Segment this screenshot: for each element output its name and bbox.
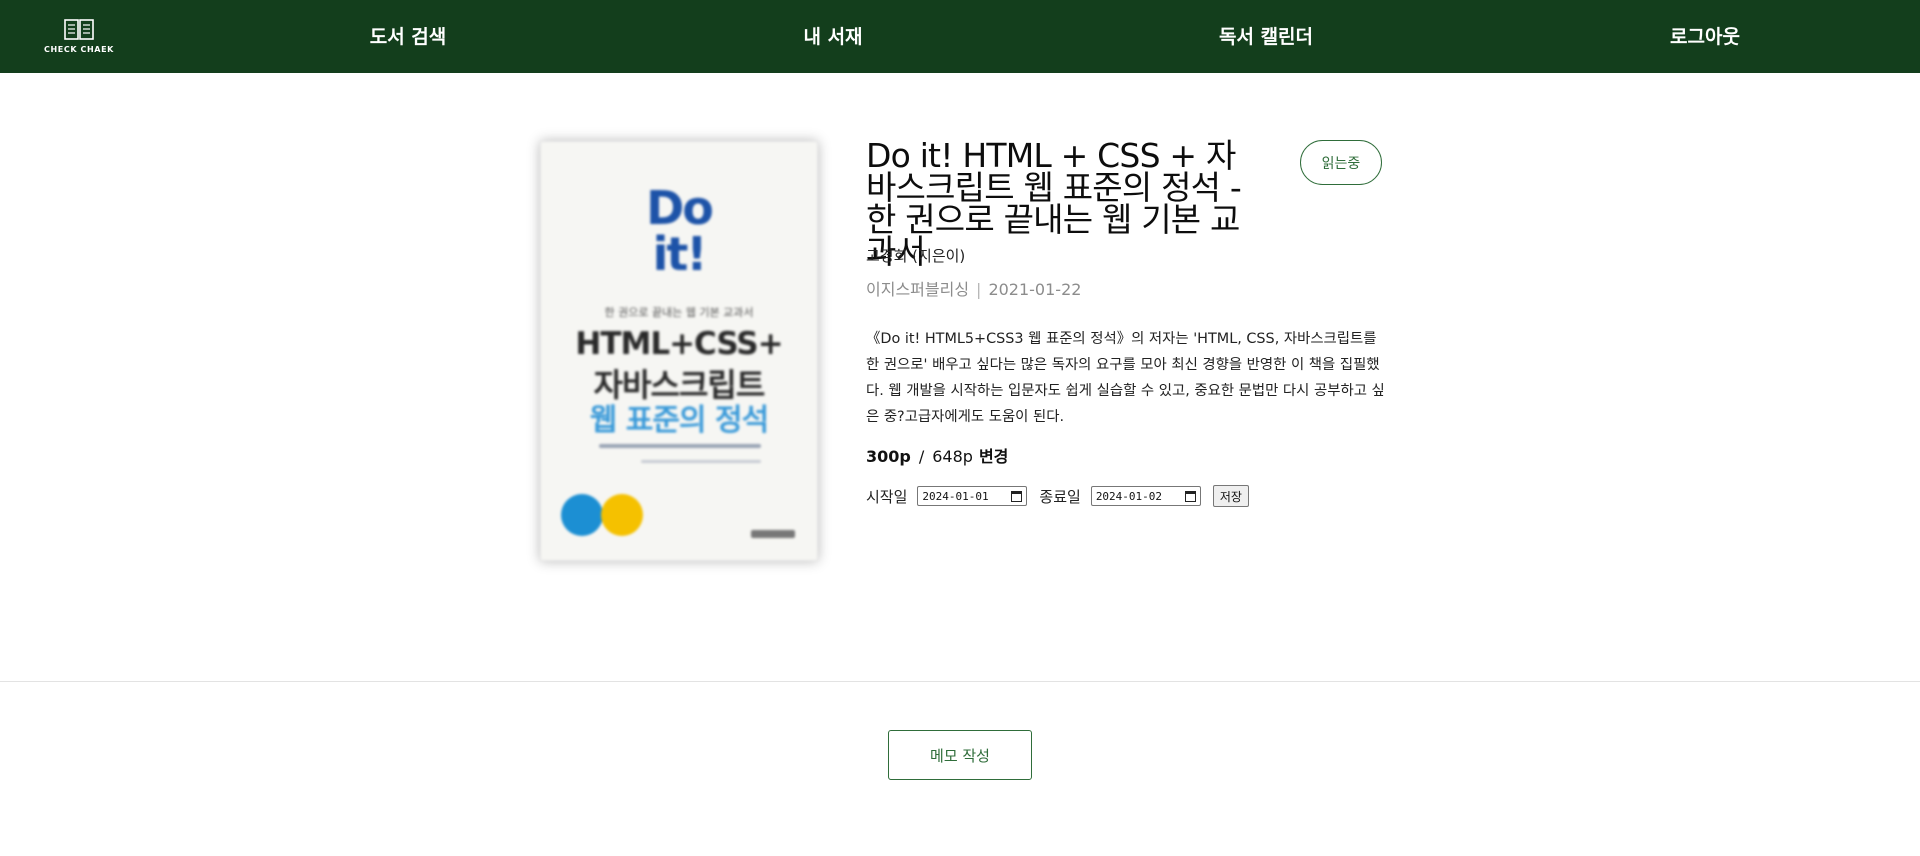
end-date-label: 종료일: [1039, 487, 1081, 506]
page-separator: /: [918, 447, 925, 466]
write-memo-button[interactable]: 메모 작성: [888, 730, 1032, 780]
cover-publisher-mark: [751, 530, 795, 538]
nav-my-library[interactable]: 내 서재: [803, 22, 862, 49]
start-date-label: 시작일: [866, 487, 908, 506]
pubinfo-separator: |: [976, 280, 982, 299]
reading-progress: 300p / 648p 변경: [866, 443, 1008, 467]
cover-doit-line2: it!: [652, 227, 708, 281]
logo-text: CHECK CHAEK: [44, 45, 114, 54]
logo[interactable]: CHECK CHAEK: [40, 18, 118, 58]
end-date-input[interactable]: 2024-01-02: [1090, 486, 1201, 506]
book-pub-date: 2021-01-22: [988, 280, 1082, 299]
calendar-icon[interactable]: [1011, 490, 1023, 502]
top-navigation-bar: CHECK CHAEK 도서 검색 내 서재 독서 캘린더 로그아웃: [0, 0, 1920, 73]
cover-doit-line1: Do: [646, 181, 714, 235]
cover-tagline-bar: [599, 444, 761, 448]
book-cover-image: Do it! 한 권으로 끝내는 웹 기본 교과서 HTML+CSS+ 자바스크…: [540, 141, 818, 561]
nav-book-search[interactable]: 도서 검색: [370, 22, 447, 49]
start-date-input[interactable]: 2024-01-01: [917, 486, 1028, 506]
total-pages: 648p: [932, 447, 973, 466]
save-dates-button[interactable]: 저장: [1212, 485, 1249, 507]
book-publisher: 이지스퍼블리싱: [866, 280, 970, 299]
reading-status-button[interactable]: 읽는중: [1300, 140, 1382, 185]
change-page-button[interactable]: 변경: [979, 447, 1008, 466]
cover-blue-badge: [561, 494, 603, 536]
current-page: 300p: [866, 447, 911, 466]
open-book-icon: [64, 19, 94, 40]
reading-dates: 시작일 2024-01-01 종료일 2024-01-02 저장: [866, 485, 1249, 507]
cover-subtitle: 한 권으로 끝내는 웹 기본 교과서: [604, 306, 754, 319]
cover-tagline-bar-2: [641, 460, 761, 463]
start-date-value: 2024-01-01: [922, 489, 989, 503]
section-divider: [0, 681, 1920, 682]
cover-title-line1: HTML+CSS+: [575, 326, 783, 362]
book-author: 고경희 (지은이): [866, 247, 966, 265]
cover-title-line3: 웹 표준의 정석: [589, 403, 770, 438]
cover-yellow-badge: [601, 494, 643, 536]
nav-reading-calendar[interactable]: 독서 캘린더: [1219, 22, 1313, 49]
nav-logout[interactable]: 로그아웃: [1670, 22, 1740, 49]
book-description: 《Do it! HTML5+CSS3 웹 표준의 정석》의 저자는 'HTML,…: [866, 331, 1385, 425]
publication-info: 이지스퍼블리싱 | 2021-01-22: [866, 276, 1081, 300]
calendar-icon[interactable]: [1184, 490, 1196, 502]
end-date-value: 2024-01-02: [1095, 489, 1163, 503]
